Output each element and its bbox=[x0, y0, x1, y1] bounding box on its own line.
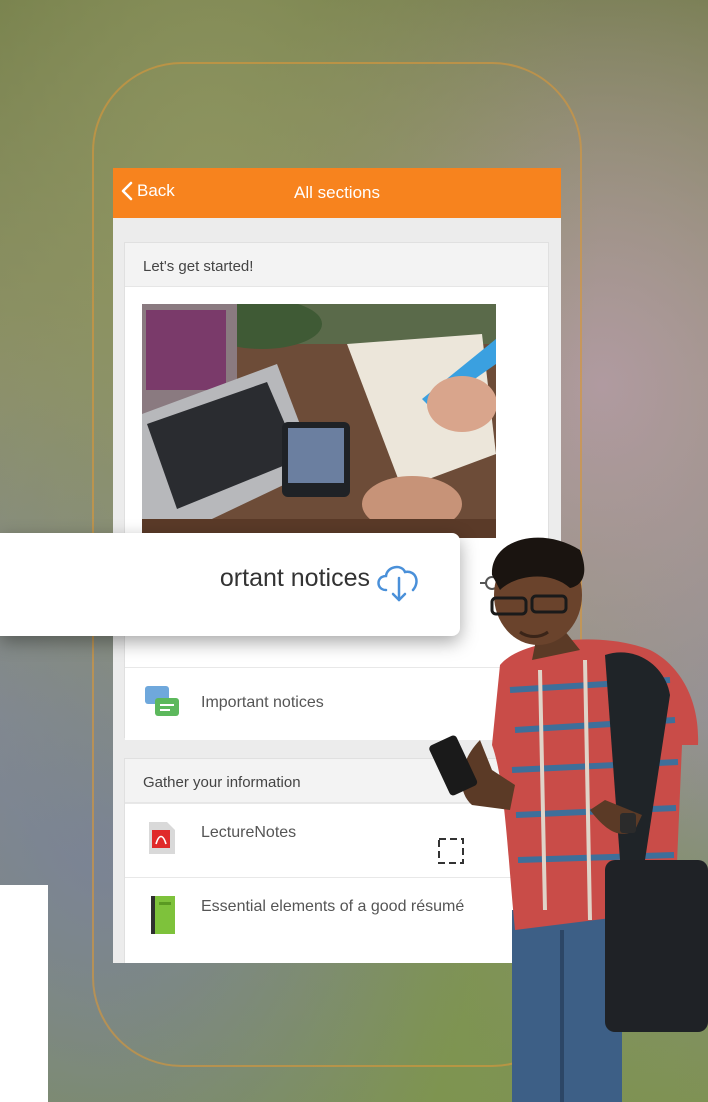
floating-notice-card[interactable]: ortant notices bbox=[0, 533, 460, 636]
white-strip bbox=[0, 885, 48, 1102]
floating-card-label: ortant notices bbox=[219, 564, 370, 592]
pdf-file-icon bbox=[149, 822, 175, 854]
desk-photo bbox=[142, 304, 496, 538]
book-icon bbox=[151, 896, 175, 934]
page-title: All sections bbox=[294, 183, 380, 202]
chat-bubbles-icon bbox=[145, 686, 179, 716]
list-item-label: LectureNotes bbox=[201, 824, 297, 841]
list-item-label: Important notices bbox=[201, 694, 324, 711]
cloud-download-icon[interactable] bbox=[374, 558, 424, 606]
section-image[interactable] bbox=[142, 304, 496, 538]
student-photo bbox=[429, 537, 708, 1102]
app-header: Back All sections bbox=[113, 168, 561, 218]
section-title: Let's get started! bbox=[125, 243, 548, 287]
